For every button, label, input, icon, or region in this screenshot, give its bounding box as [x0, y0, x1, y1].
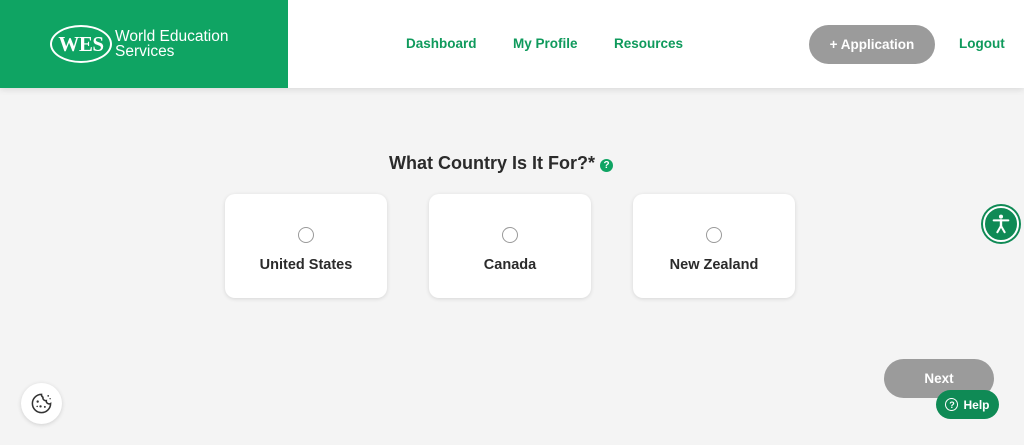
add-application-button[interactable]: + Application [809, 25, 935, 64]
cookie-icon [31, 393, 52, 414]
option-card-united-states[interactable]: United States [225, 194, 387, 298]
nav-my-profile[interactable]: My Profile [513, 36, 578, 51]
option-card-new-zealand[interactable]: New Zealand [633, 194, 795, 298]
accessibility-icon [992, 214, 1010, 234]
nav-resources[interactable]: Resources [614, 36, 683, 51]
logout-link[interactable]: Logout [959, 36, 1005, 51]
help-circle-icon: ? [945, 398, 959, 411]
help-label: Help [963, 397, 990, 412]
option-label-canada: Canada [483, 257, 537, 273]
question-heading: What Country Is It For?* ? [389, 153, 613, 174]
radio-canada[interactable] [502, 227, 518, 243]
radio-new-zealand[interactable] [706, 227, 722, 243]
cookie-settings-button[interactable] [21, 383, 62, 424]
help-button[interactable]: ? Help [936, 390, 999, 419]
question-help-icon[interactable]: ? [600, 159, 613, 172]
accessibility-button[interactable] [983, 206, 1019, 242]
question-text: What Country Is It For?* [389, 153, 595, 173]
radio-united-states[interactable] [298, 227, 314, 243]
option-label-united-states: United States [259, 257, 353, 273]
top-header: WES World Education Services Dashboard M… [0, 0, 1024, 88]
option-label-new-zealand: New Zealand [669, 257, 759, 273]
option-card-canada[interactable]: Canada [429, 194, 591, 298]
page: WES World Education Services Dashboard M… [0, 0, 1024, 445]
nav-dashboard[interactable]: Dashboard [406, 36, 477, 51]
